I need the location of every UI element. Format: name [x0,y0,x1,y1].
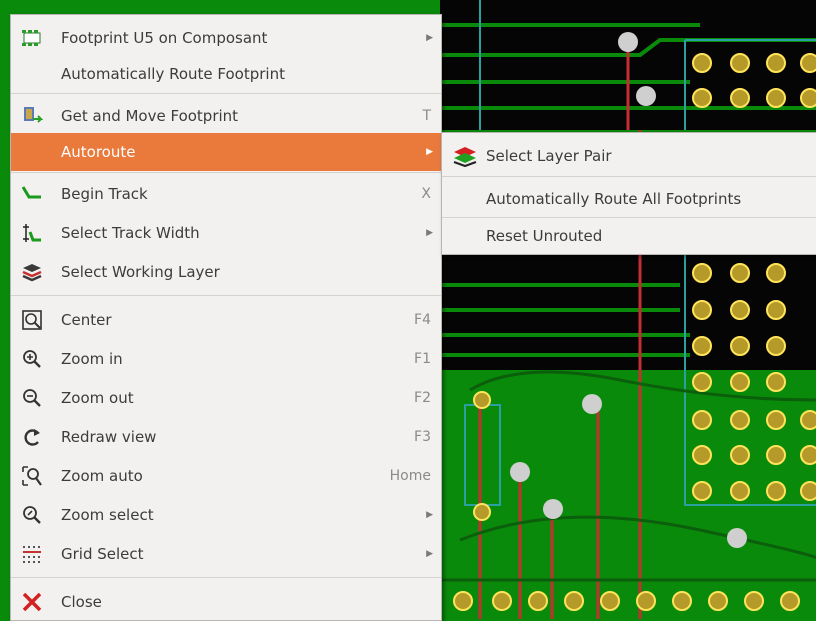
shortcut-label: T [422,108,431,124]
submenu-item-reset-unrouted[interactable]: Reset Unrouted [442,217,816,255]
separator [11,577,441,578]
layer-pair-icon [452,144,477,168]
menu-item-label: Grid Select [61,545,144,563]
zoom-select-icon [21,504,43,526]
layers-icon [21,261,43,283]
grid-icon [21,543,43,565]
menu-item-label: Select Track Width [61,224,200,242]
submenu-arrow-icon: ▶ [426,228,433,238]
menu-item-zoom-out[interactable]: Zoom out F2 [11,379,441,417]
zoom-in-icon [21,348,43,370]
menu-item-auto-route-footprint[interactable]: Automatically Route Footprint [11,55,441,93]
shortcut-label: F2 [414,390,431,406]
redraw-icon [21,426,43,448]
menu-item-label: Zoom auto [61,467,143,485]
shortcut-label: F4 [414,312,431,328]
track-width-icon [21,222,43,244]
menu-item-label: Select Working Layer [61,263,220,281]
shortcut-label: F3 [414,429,431,445]
menu-item-close[interactable]: Close [11,583,441,621]
menu-item-grid-select[interactable]: Grid Select ▶ [11,535,441,573]
center-icon [21,309,43,331]
submenu-item-layer-pair[interactable]: Select Layer Pair [442,137,816,175]
submenu-arrow-icon: ▶ [426,33,433,43]
submenu-arrow-icon: ▶ [426,510,433,520]
autoroute-submenu: Select Layer Pair Automatically Route Al… [441,132,816,255]
shortcut-label: X [421,186,431,202]
submenu-item-label: Select Layer Pair [486,147,612,165]
menu-item-zoom-auto[interactable]: Zoom auto Home [11,457,441,495]
menu-item-label: Autoroute [61,143,136,161]
menu-item-autoroute[interactable]: Autoroute ▶ [11,133,441,171]
zoom-out-icon [21,387,43,409]
menu-item-working-layer[interactable]: Select Working Layer [11,253,441,291]
menu-item-get-move-footprint[interactable]: Get and Move Footprint T [11,97,441,135]
shortcut-label: F1 [414,351,431,367]
close-icon [21,591,43,613]
submenu-item-route-all[interactable]: Automatically Route All Footprints [442,180,816,218]
menu-item-label: Center [61,311,112,329]
context-menu: Footprint U5 on Composant ▶ Automaticall… [10,14,442,621]
menu-item-label: Zoom out [61,389,134,407]
menu-item-label: Redraw view [61,428,157,446]
separator [11,172,441,173]
shortcut-label: Home [389,468,431,484]
move-footprint-icon [21,105,43,127]
track-icon [21,183,43,205]
zoom-auto-icon [21,465,43,487]
menu-item-begin-track[interactable]: Begin Track X [11,175,441,213]
menu-item-footprint[interactable]: Footprint U5 on Composant ▶ [11,19,441,57]
separator [442,176,816,177]
menu-item-label: Zoom select [61,506,154,524]
separator [11,93,441,94]
menu-item-label: Begin Track [61,185,148,203]
menu-item-center[interactable]: Center F4 [11,301,441,339]
menu-item-label: Footprint U5 on Composant [61,29,268,47]
menu-item-zoom-in[interactable]: Zoom in F1 [11,340,441,378]
submenu-item-label: Reset Unrouted [486,227,603,245]
menu-item-track-width[interactable]: Select Track Width ▶ [11,214,441,252]
menu-item-label: Get and Move Footprint [61,107,239,125]
footprint-icon [21,27,43,49]
menu-item-zoom-select[interactable]: Zoom select ▶ [11,496,441,534]
menu-item-redraw[interactable]: Redraw view F3 [11,418,441,456]
submenu-arrow-icon: ▶ [426,549,433,559]
submenu-arrow-icon: ▶ [426,147,433,157]
menu-item-label: Automatically Route Footprint [61,65,285,83]
submenu-item-label: Automatically Route All Footprints [486,190,742,208]
menu-item-label: Close [61,593,102,611]
menu-item-label: Zoom in [61,350,123,368]
separator [11,295,441,296]
